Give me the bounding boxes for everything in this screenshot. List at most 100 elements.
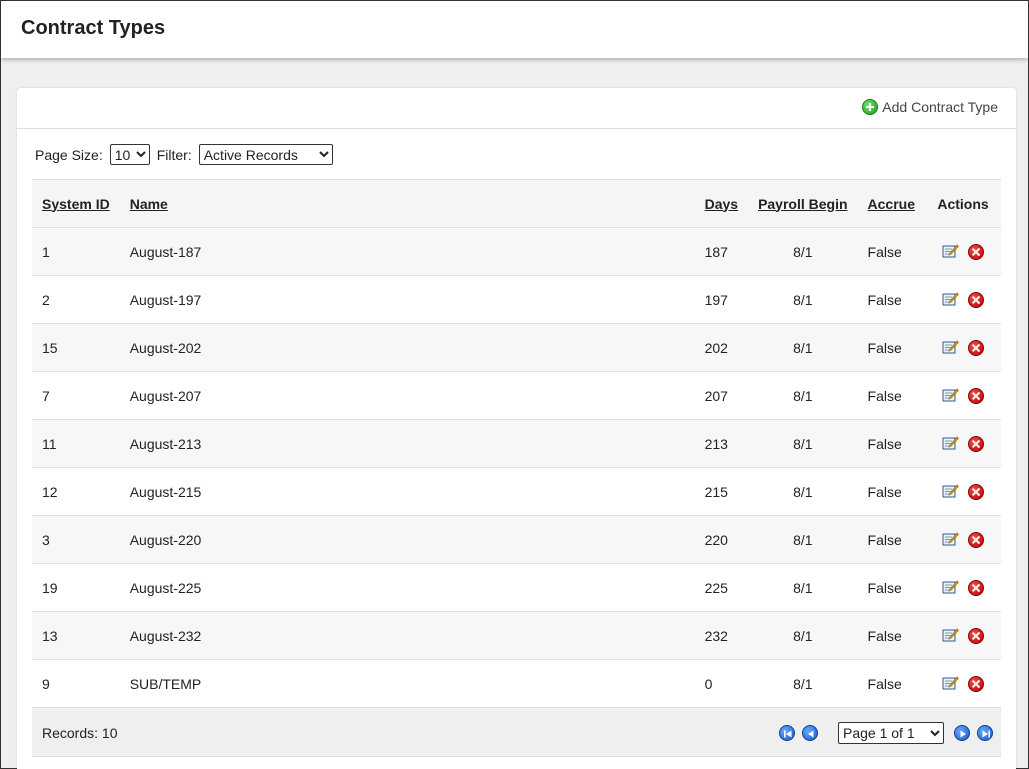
edit-icon[interactable] [942,340,959,355]
prev-page-icon[interactable] [802,725,818,741]
cell-days: 202 [694,323,749,372]
table-row: 11 August-213 213 8/1 False [32,419,1001,468]
cell-system-id: 13 [32,611,120,660]
cell-system-id: 3 [32,515,120,564]
header-actions: Actions [925,179,1001,228]
add-contract-type-label: Add Contract Type [882,99,998,115]
cell-payroll-begin: 8/1 [748,419,858,468]
contract-types-panel: Add Contract Type Page Size: 10 Filter: … [17,88,1016,769]
cell-days: 197 [694,275,749,324]
cell-actions [925,467,1001,516]
cell-name: August-232 [119,611,695,660]
table-body: 1 August-187 187 8/1 False 2 August-197 197 8/1 F… [32,227,1001,708]
cell-name: August-197 [119,275,695,324]
edit-icon[interactable] [942,532,959,547]
edit-icon[interactable] [942,292,959,307]
cell-payroll-begin: 8/1 [748,563,858,612]
cell-name: August-202 [119,323,695,372]
add-contract-type-button[interactable]: Add Contract Type [862,99,998,115]
edit-icon[interactable] [942,436,959,451]
cell-payroll-begin: 8/1 [748,467,858,516]
cell-days: 207 [694,371,749,420]
cell-accrue: False [857,563,925,612]
cell-actions [925,275,1001,324]
edit-icon[interactable] [942,580,959,595]
cell-name: August-187 [119,227,695,276]
grid-controls: Page Size: 10 Filter: Active Records [35,144,333,165]
cell-days: 213 [694,419,749,468]
cell-accrue: False [857,371,925,420]
table-row: 19 August-225 225 8/1 False [32,563,1001,612]
page-size-select[interactable]: 10 [109,144,150,165]
next-page-icon[interactable] [954,725,970,741]
first-page-icon[interactable] [779,725,795,741]
cell-name: August-213 [119,419,695,468]
cell-days: 187 [694,227,749,276]
cell-actions [925,563,1001,612]
cell-accrue: False [857,227,925,276]
table-row: 12 August-215 215 8/1 False [32,467,1001,516]
cell-days: 215 [694,467,749,516]
cell-actions [925,515,1001,564]
cell-payroll-begin: 8/1 [748,371,858,420]
cell-name: August-215 [119,467,695,516]
cell-system-id: 2 [32,275,120,324]
edit-icon[interactable] [942,628,959,643]
table-row: 2 August-197 197 8/1 False [32,275,1001,324]
delete-icon[interactable] [968,675,984,692]
cell-name: SUB/TEMP [119,659,695,708]
delete-icon[interactable] [968,387,984,404]
cell-actions [925,227,1001,276]
cell-accrue: False [857,515,925,564]
cell-actions [925,659,1001,708]
header-accrue[interactable]: Accrue [857,179,925,228]
panel-toolbar: Add Contract Type [17,88,1016,129]
table-row: 13 August-232 232 8/1 False [32,611,1001,660]
grid-footer: Records: 10 Page 1 of 1 [32,708,1001,757]
edit-icon[interactable] [942,484,959,499]
pager: Page 1 of 1 [779,722,993,744]
delete-icon[interactable] [968,339,984,356]
table-row: 9 SUB/TEMP 0 8/1 False [32,659,1001,708]
cell-days: 220 [694,515,749,564]
delete-icon[interactable] [968,627,984,644]
cell-accrue: False [857,323,925,372]
contract-types-table: System ID Name Days Payroll Begin Accrue… [32,179,1001,708]
cell-accrue: False [857,467,925,516]
cell-payroll-begin: 8/1 [748,515,858,564]
page-title: Contract Types [21,17,166,39]
cell-system-id: 1 [32,227,120,276]
header-days[interactable]: Days [694,179,749,228]
cell-actions [925,419,1001,468]
cell-system-id: 11 [32,419,120,468]
cell-system-id: 7 [32,371,120,420]
edit-icon[interactable] [942,244,959,259]
cell-accrue: False [857,611,925,660]
delete-icon[interactable] [968,435,984,452]
filter-select[interactable]: Active Records [198,144,333,165]
delete-icon[interactable] [968,531,984,548]
edit-icon[interactable] [942,388,959,403]
cell-actions [925,323,1001,372]
page-select[interactable]: Page 1 of 1 [838,722,944,744]
page-header: Contract Types [1,1,1028,58]
cell-accrue: False [857,419,925,468]
cell-actions [925,611,1001,660]
cell-days: 0 [694,659,749,708]
header-payroll-begin[interactable]: Payroll Begin [748,179,858,228]
last-page-icon[interactable] [977,725,993,741]
cell-payroll-begin: 8/1 [748,323,858,372]
header-system-id[interactable]: System ID [32,179,120,228]
header-name[interactable]: Name [119,179,695,228]
cell-actions [925,371,1001,420]
delete-icon[interactable] [968,243,984,260]
delete-icon[interactable] [968,483,984,500]
cell-payroll-begin: 8/1 [748,659,858,708]
table-header-row: System ID Name Days Payroll Begin Accrue… [32,179,1001,228]
edit-icon[interactable] [942,676,959,691]
cell-system-id: 12 [32,467,120,516]
table-row: 15 August-202 202 8/1 False [32,323,1001,372]
delete-icon[interactable] [968,291,984,308]
delete-icon[interactable] [968,579,984,596]
cell-system-id: 19 [32,563,120,612]
